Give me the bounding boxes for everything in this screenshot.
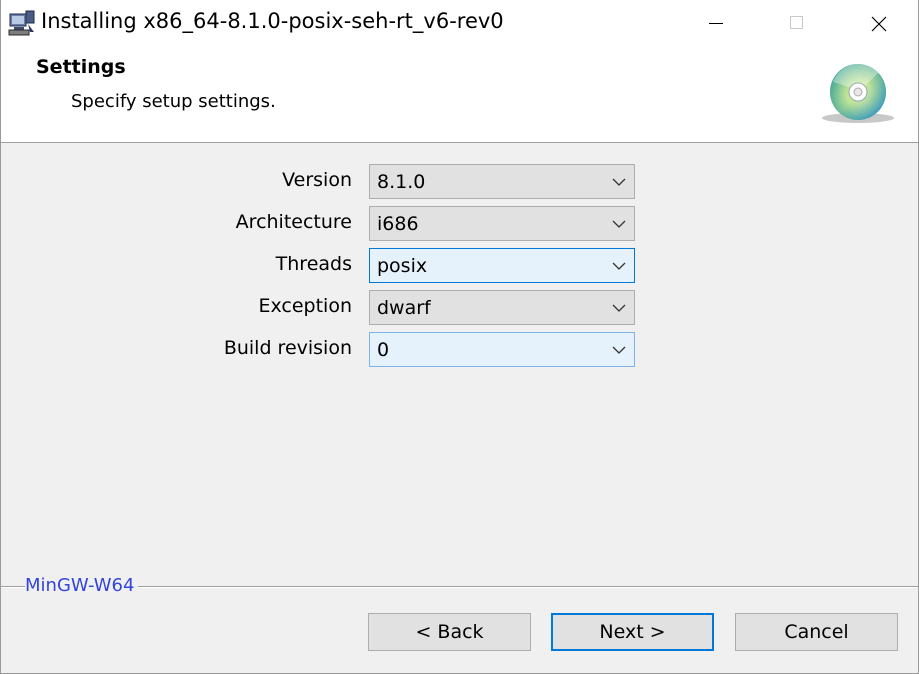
version-value: 8.1.0 — [377, 171, 426, 193]
chevron-down-icon — [612, 304, 626, 312]
window-title: Installing x86_64-8.1.0-posix-seh-rt_v6-… — [41, 9, 504, 33]
threads-label: Threads — [275, 253, 352, 275]
brand-label: MinGW-W64 — [25, 575, 139, 596]
installer-window: Installing x86_64-8.1.0-posix-seh-rt_v6-… — [0, 0, 919, 674]
title-bar[interactable]: Installing x86_64-8.1.0-posix-seh-rt_v6-… — [1, 0, 918, 46]
minimize-button[interactable] — [676, 0, 756, 46]
maximize-icon — [790, 16, 803, 29]
close-button[interactable] — [838, 0, 918, 46]
architecture-value: i686 — [377, 213, 419, 235]
page-title: Settings — [36, 56, 126, 78]
chevron-down-icon — [612, 220, 626, 228]
build-revision-label: Build revision — [223, 337, 352, 359]
cancel-button[interactable]: Cancel — [735, 613, 898, 651]
version-select[interactable]: 8.1.0 — [369, 164, 635, 199]
installer-app-icon — [8, 10, 35, 36]
next-button[interactable]: Next > — [551, 613, 714, 651]
chevron-down-icon — [612, 178, 626, 186]
setting-row-version: Version 8.1.0 — [1, 164, 918, 200]
minimize-icon — [709, 23, 723, 24]
threads-value: posix — [377, 255, 428, 277]
maximize-button[interactable] — [756, 0, 836, 46]
threads-select[interactable]: posix — [369, 248, 635, 283]
setting-row-exception: Exception dwarf — [1, 290, 918, 326]
footer-divider-highlight — [1, 587, 918, 588]
back-button[interactable]: < Back — [368, 613, 531, 651]
exception-label: Exception — [258, 295, 352, 317]
architecture-select[interactable]: i686 — [369, 206, 635, 241]
architecture-label: Architecture — [235, 211, 352, 233]
cd-icon — [822, 63, 894, 123]
chevron-down-icon — [612, 346, 626, 354]
build-revision-value: 0 — [377, 339, 390, 361]
setting-row-threads: Threads posix — [1, 248, 918, 284]
page-subtitle: Specify setup settings. — [71, 91, 276, 112]
setting-row-architecture: Architecture i686 — [1, 206, 918, 242]
chevron-down-icon — [612, 262, 626, 270]
close-icon — [871, 16, 887, 32]
build-revision-select[interactable]: 0 — [369, 332, 635, 367]
header-panel: Settings Specify setup settings. — [1, 46, 918, 143]
setting-row-build-revision: Build revision 0 — [1, 332, 918, 368]
version-label: Version — [282, 169, 352, 191]
exception-select[interactable]: dwarf — [369, 290, 635, 325]
exception-value: dwarf — [377, 297, 431, 319]
